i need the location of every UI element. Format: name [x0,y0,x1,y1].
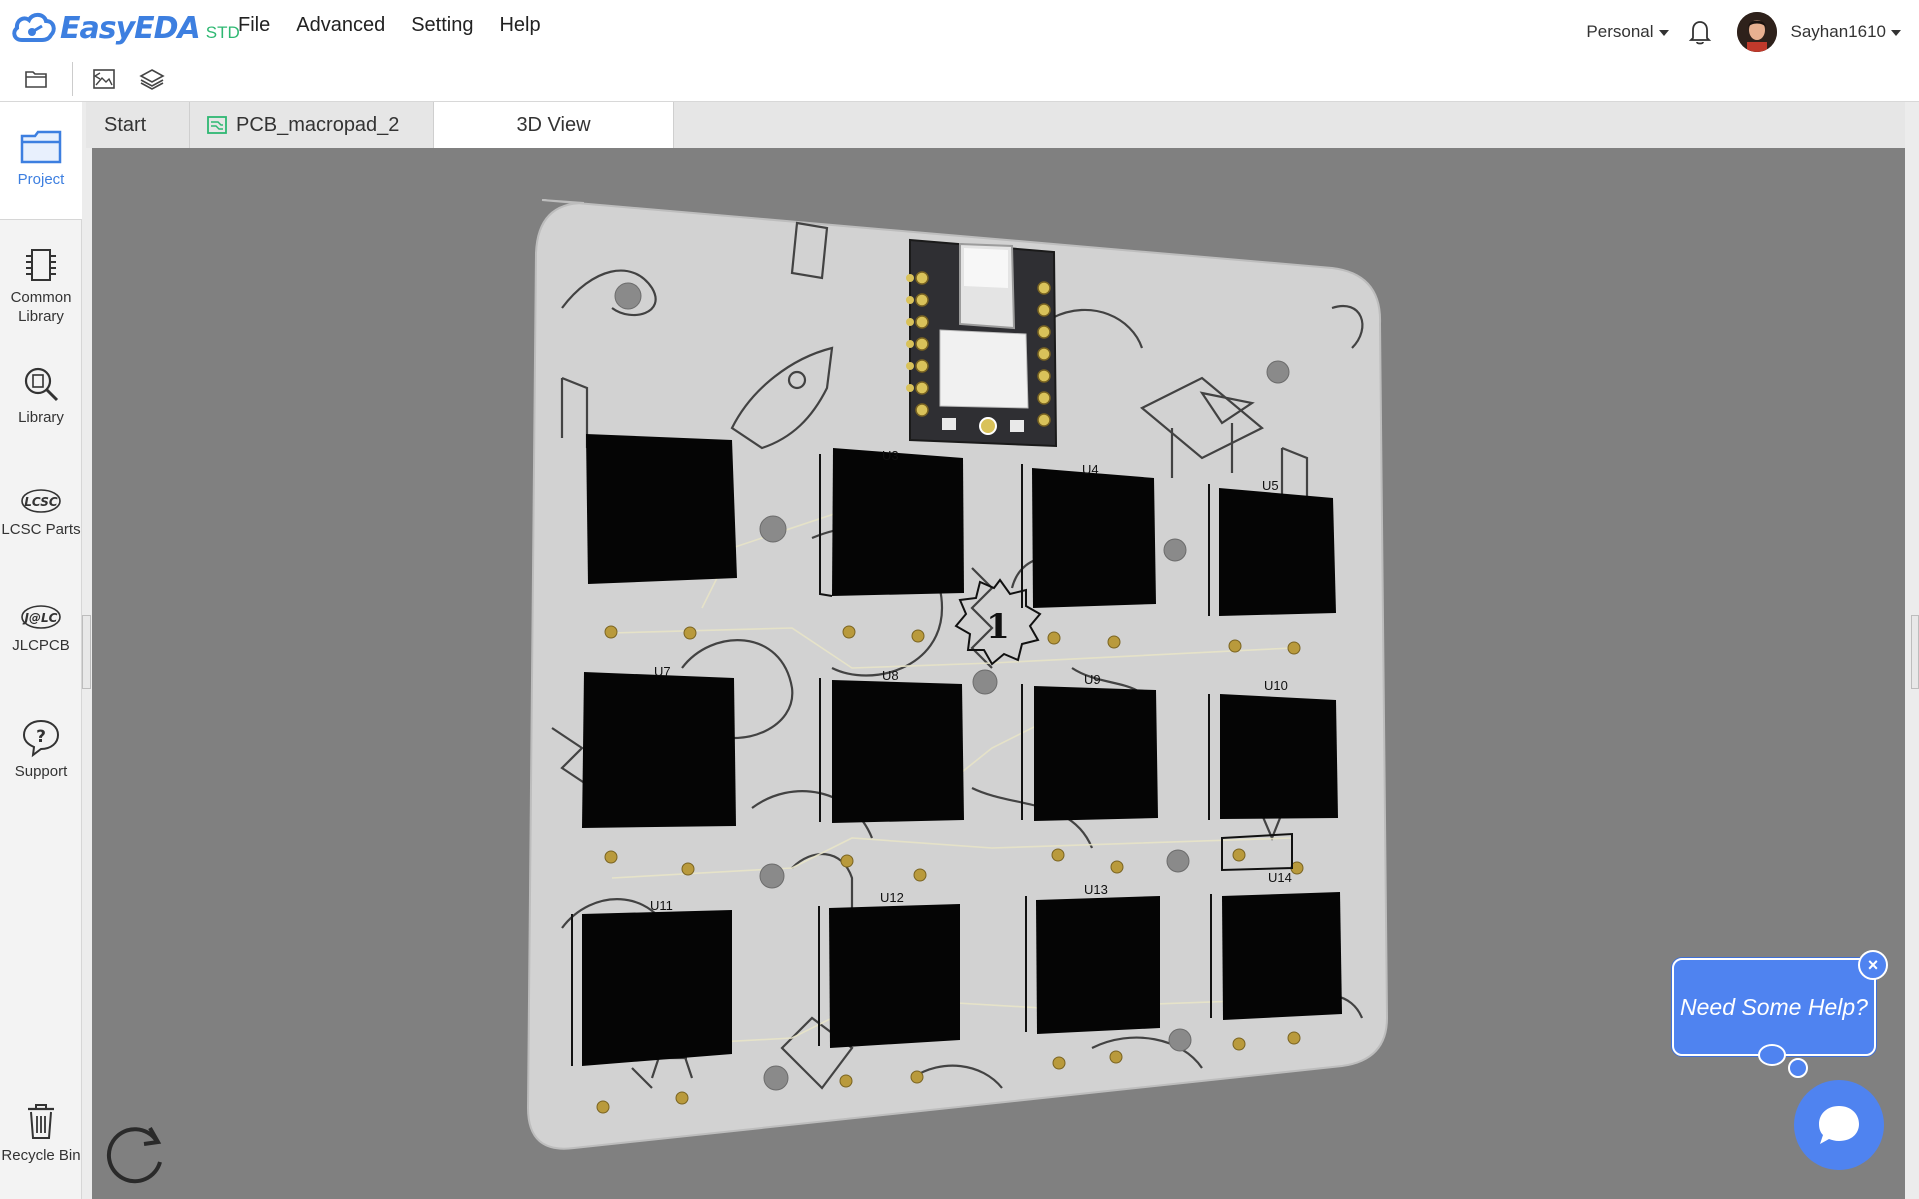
component-label-u4: U4 [1082,462,1099,477]
switch-u14 [1222,892,1342,1020]
export-image-button[interactable] [88,64,120,94]
left-sidebar: Project Common Library Library LCSC LCSC… [0,102,82,1199]
bell-icon[interactable] [1685,17,1715,47]
sidebar-item-label: Common Library [10,289,72,325]
switch-u12 [829,904,960,1048]
sidebar-item-label: LCSC Parts [1,521,81,538]
sidebar-item-label: Recycle Bin [1,1147,81,1164]
project-folder-icon [20,130,62,164]
logo-text: EasyEDA [60,10,201,46]
trash-icon [28,1104,54,1139]
component-label-u11: U11 [650,898,673,913]
sidebar-item-support[interactable]: ? Support [0,718,82,781]
component-label-u12: U12 [880,890,904,905]
account-area: Personal Sayhan1610 [1586,12,1901,52]
menu-help[interactable]: Help [499,14,540,37]
user-menu[interactable]: Sayhan1610 [1791,22,1901,42]
tab-bar: Start PCB_macropad_2 3D View [86,102,1905,148]
chat-button[interactable] [1794,1080,1884,1170]
sidebar-item-recycle-bin[interactable]: Recycle Bin [0,1100,82,1165]
switch-u4 [1032,468,1156,608]
component-label-u7: U7 [654,664,671,679]
microcontroller-module [906,238,1058,448]
svg-text:?: ? [36,727,46,747]
switch-u10 [1220,694,1338,819]
close-icon[interactable]: × [1858,950,1888,980]
tab-label: Start [104,113,147,136]
switch-u7 [582,672,736,828]
pcb-icon [207,116,227,134]
layers-icon [139,69,165,90]
reset-rotation-icon[interactable] [100,1118,172,1190]
collapse-sidebar-handle[interactable] [82,615,91,689]
tab-3d-view[interactable]: 3D View [434,102,674,148]
component-label-u3: U3 [882,448,899,463]
tab-label: 3D View [516,113,591,136]
3d-viewport[interactable]: U3 U4 U5 U7 U8 U9 U10 U11 U12 U13 U14 1 [92,148,1905,1199]
question-bubble-icon: ? [22,719,60,758]
component-label-u14: U14 [1268,870,1292,885]
sidebar-item-label: JLCPCB [12,637,70,654]
switch-u2 [586,434,737,584]
switch-u9 [1034,686,1158,821]
svg-text:J@LC: J@LC [23,611,58,625]
tab-start[interactable]: Start [86,102,190,148]
toolbar [0,56,1919,102]
top-bar: EasyEDA STD File Advanced Setting Help P… [0,0,1919,56]
component-label-u10: U10 [1264,678,1288,693]
logo-edition: STD [205,23,240,42]
sidebar-item-label: Project [17,171,65,188]
component-label-u5: U5 [1262,478,1279,493]
switch-u8 [832,680,964,823]
layers-button[interactable] [136,64,168,94]
pcb-3d-render[interactable]: U3 U4 U5 U7 U8 U9 U10 U11 U12 U13 U14 1 [92,148,1905,1199]
component-label-u9: U9 [1084,672,1101,687]
sidebar-item-lcsc-parts[interactable]: LCSC LCSC Parts [0,486,82,539]
chat-bubble-icon [1819,1106,1859,1144]
need-help-bubble[interactable]: Need Some Help? [1672,958,1876,1056]
easyeda-logo[interactable]: EasyEDA STD [10,8,240,48]
svg-text:LCSC: LCSC [24,495,58,509]
sidebar-item-project[interactable]: Project [0,128,82,189]
workspace-selector[interactable]: Personal [1586,22,1669,42]
tab-label: PCB_macropad_2 [236,113,400,136]
image-export-icon [93,69,115,89]
collapse-right-panel-handle[interactable] [1911,615,1919,689]
menu-advanced[interactable]: Advanced [296,14,385,37]
jlc-logo-icon: J@LC [21,605,61,629]
help-bubble-tail-small [1788,1058,1808,1078]
sidebar-item-label: Support [14,763,68,780]
folder-icon [25,71,47,88]
help-bubble-tail [1758,1044,1786,1066]
chevron-down-icon [1891,29,1901,36]
cloud-logo-icon [12,12,56,42]
chevron-down-icon [1658,29,1669,36]
menu-setting[interactable]: Setting [411,14,473,37]
badge-number: 1 [986,607,1010,647]
sidebar-item-library[interactable]: Library [0,364,82,427]
component-label-u8: U8 [882,668,899,683]
switch-u13 [1036,896,1160,1034]
sidebar-item-jlcpcb[interactable]: J@LC JLCPCB [0,602,82,655]
magnifier-chip-icon [24,367,59,402]
open-project-button[interactable] [20,64,52,94]
switch-u11 [582,910,732,1066]
tab-pcb-macropad[interactable]: PCB_macropad_2 [190,102,434,148]
main-menu: File Advanced Setting Help [238,14,541,37]
chip-icon [26,249,56,281]
component-label-u13: U13 [1084,882,1108,897]
username: Sayhan1610 [1790,22,1886,41]
help-bubble-text: Need Some Help? [1680,993,1868,1020]
avatar[interactable] [1736,12,1777,52]
menu-file[interactable]: File [238,14,270,37]
toolbar-divider [72,62,73,96]
switch-u5 [1219,488,1336,616]
sidebar-item-common-library[interactable]: Common Library [0,246,82,326]
lcsc-logo-icon: LCSC [21,489,61,513]
workspace-label: Personal [1586,22,1654,41]
switch-u3 [832,448,964,596]
sidebar-item-label: Library [18,409,64,426]
